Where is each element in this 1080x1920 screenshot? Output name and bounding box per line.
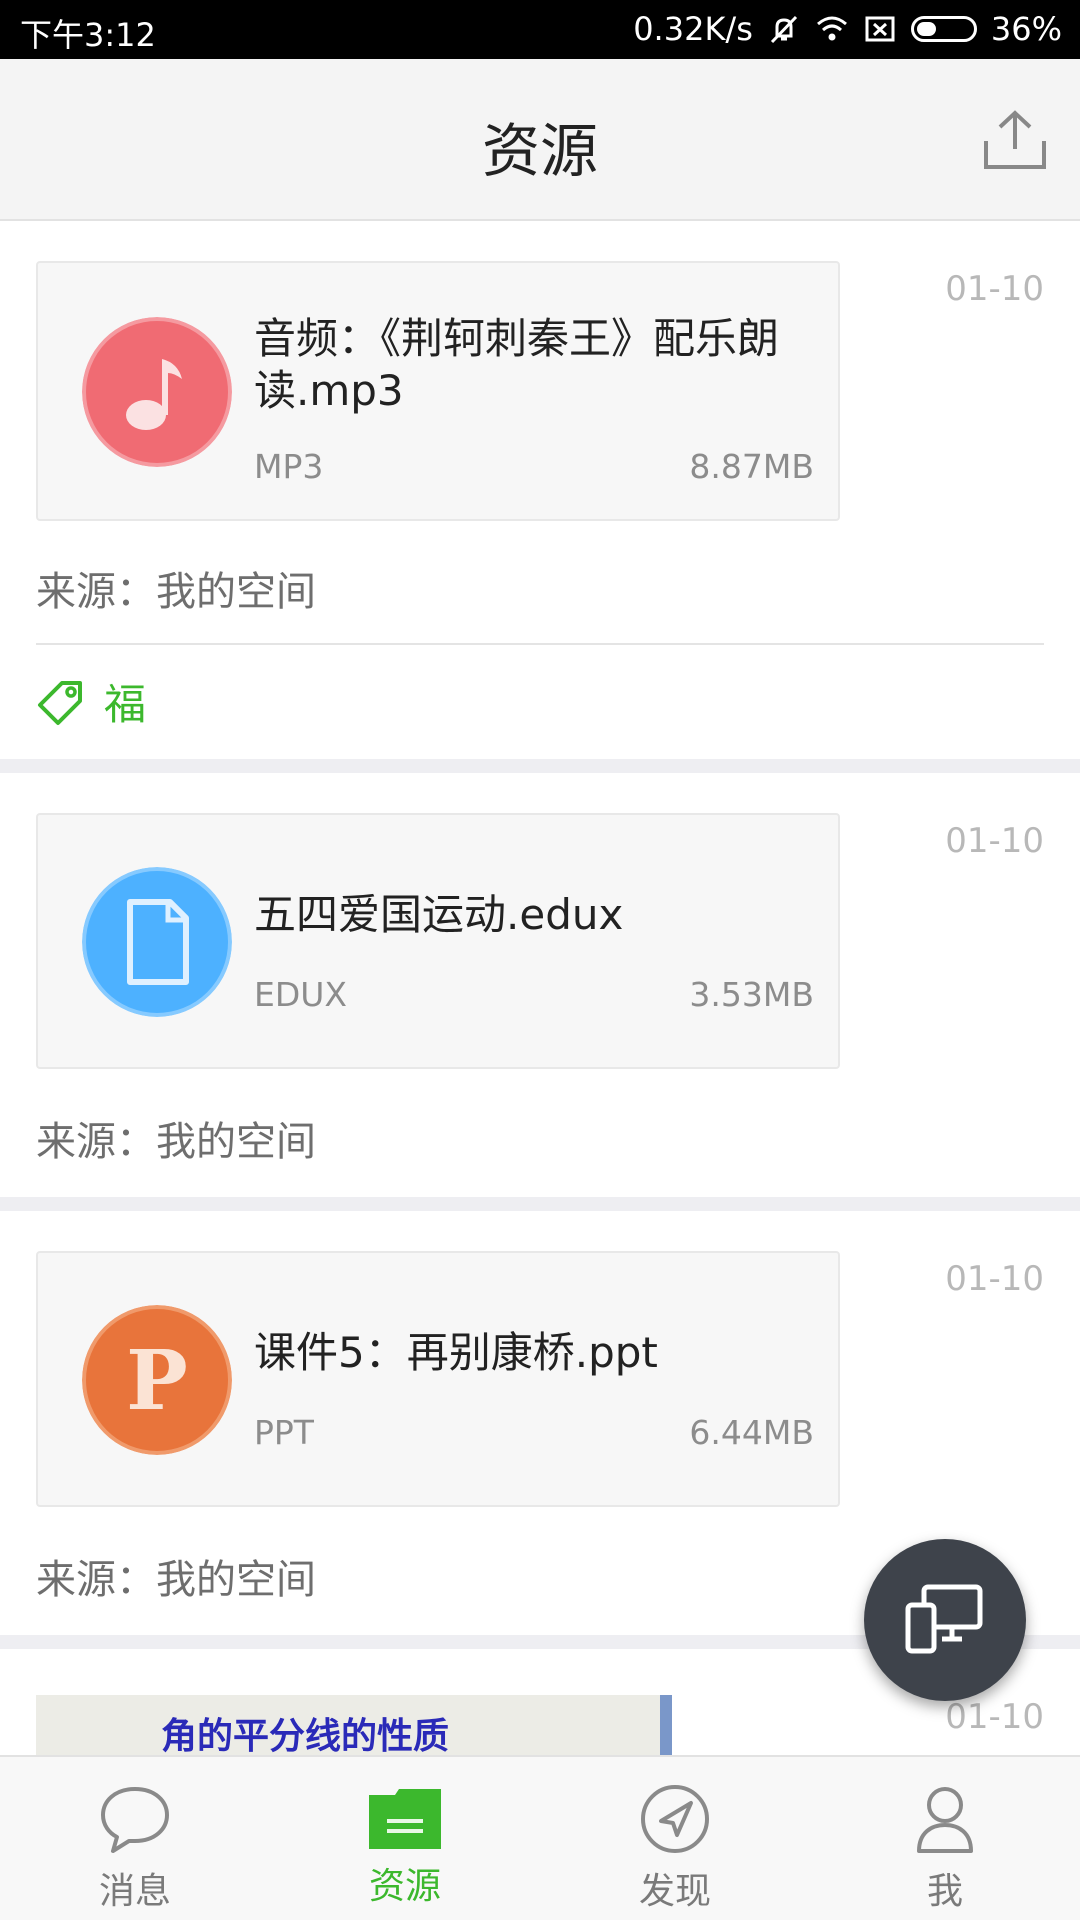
svg-text:P: P [126,1333,188,1429]
file-type: EDUX [254,975,348,1014]
folder-icon [369,1789,441,1849]
thumbnail-caption: 角的平分线的性质 [161,1716,450,1755]
person-icon [917,1787,973,1853]
file-card[interactable]: 五四爱国运动.edux EDUX 3.53MB [36,813,840,1069]
nav-item-me[interactable]: 我 [810,1757,1080,1920]
upload-icon[interactable] [980,105,1050,175]
video-thumbnail[interactable]: 角的平分线的性质 [36,1695,672,1755]
nav-label: 资源 [368,1866,441,1907]
item-date: 01-10 [945,1259,1044,1299]
no-sim-icon [865,16,895,42]
list-item[interactable]: 01-10 音频：《荆轲刺秦王》配乐朗读.mp3 MP3 8.87MB 来源：我… [0,221,1080,773]
file-name: 音频：《荆轲刺秦王》配乐朗读.mp3 [254,314,780,415]
tag-icon [38,680,82,725]
file-size: 8.87MB [689,447,814,486]
bottom-nav: 消息 资源 发现 我 [0,1755,1080,1920]
compass-icon [641,1785,709,1853]
wifi-icon [816,16,847,41]
item-source: 来源：我的空间 [36,1119,316,1165]
nav-item-resources[interactable]: 资源 [270,1757,540,1920]
item-date: 01-10 [945,269,1044,309]
file-type: MP3 [254,447,324,486]
mute-icon [770,15,797,44]
resource-list: 01-10 音频：《荆轲刺秦王》配乐朗读.mp3 MP3 8.87MB 来源：我… [0,221,1080,1755]
item-date: 01-10 [945,821,1044,861]
battery-percent: 36% [990,10,1062,48]
battery-icon [910,16,977,42]
chat-bubble-icon [101,1787,169,1853]
file-name: 五四爱国运动.edux [254,890,624,939]
network-speed: 0.32K/s [633,10,753,48]
screen-cast-icon [905,1584,983,1654]
status-time: 下午3:12 [20,16,156,54]
file-name: 课件5：再别康桥.ppt [254,1328,658,1377]
file-size: 6.44MB [689,1413,814,1452]
item-source: 来源：我的空间 [36,1557,316,1603]
item-date: 01-10 [945,1697,1044,1737]
app-header: 资源 [0,59,1080,221]
music-note-icon [82,317,232,467]
file-size: 3.53MB [689,975,814,1014]
page-title: 资源 [481,117,598,185]
tag-label: 福 [104,680,147,729]
item-tag[interactable]: 福 [36,671,146,732]
nav-item-discover[interactable]: 发现 [540,1757,810,1920]
nav-label: 发现 [638,1871,711,1912]
file-card[interactable]: 音频：《荆轲刺秦王》配乐朗读.mp3 MP3 8.87MB [36,261,840,521]
thumbnail-edge [660,1695,672,1755]
nav-label: 我 [926,1871,963,1912]
status-bar: 下午3:12 0.32K/s 36% [0,0,1080,59]
nav-label: 消息 [98,1871,171,1912]
item-source: 来源：我的空间 [36,569,316,615]
nav-item-messages[interactable]: 消息 [0,1757,270,1920]
divider [36,643,1044,645]
list-item[interactable]: 01-10 五四爱国运动.edux EDUX 3.53MB 来源：我的空间 [0,773,1080,1211]
file-card[interactable]: P 课件5：再别康桥.ppt PPT 6.44MB [36,1251,840,1507]
file-type: PPT [254,1413,314,1452]
screen-cast-button[interactable] [864,1539,1026,1701]
document-icon [82,867,232,1017]
ppt-icon: P [82,1305,232,1455]
status-right: 0.32K/s 36% [619,10,1062,48]
